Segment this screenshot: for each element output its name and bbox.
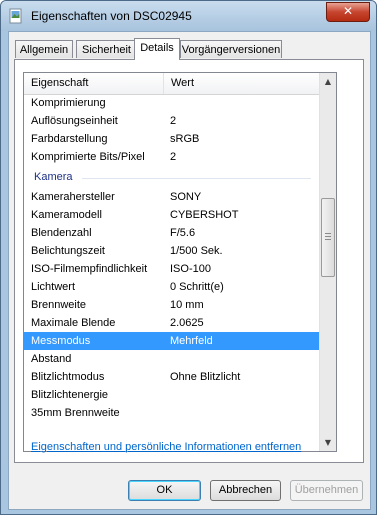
property-value: CYBERSHOT	[170, 209, 239, 221]
list-row[interactable]: Kamerahersteller SONY	[24, 188, 319, 206]
list-row[interactable]: Farbdarstellung sRGB	[24, 130, 319, 148]
list-header: Eigenschaft Wert	[24, 73, 319, 95]
ok-button[interactable]: OK	[128, 480, 201, 501]
property-value: 1/500 Sek.	[170, 245, 223, 257]
list-row[interactable]: Lichtwert 0 Schritt(e)	[24, 278, 319, 296]
list-row[interactable]: Komprimierung	[24, 94, 319, 112]
list-row[interactable]: Blitzlichtenergie	[24, 386, 319, 404]
property-name: Blitzlichtenergie	[31, 389, 109, 401]
group-label: Kamera	[34, 171, 73, 183]
remove-properties-link[interactable]: Eigenschaften und persönliche Informatio…	[31, 441, 301, 453]
close-button[interactable]: ✕	[326, 2, 370, 22]
grip-line	[325, 239, 331, 240]
group-header-kamera: Kamera	[24, 166, 319, 188]
image-file-icon	[9, 8, 22, 24]
tab-details[interactable]: Details	[134, 38, 180, 60]
dialog-body: Allgemein Sicherheit Details Vorgängerve…	[8, 31, 371, 510]
property-name: Abstand	[31, 353, 72, 365]
list-row[interactable]: Belichtungszeit 1/500 Sek.	[24, 242, 319, 260]
property-value: 10 mm	[170, 299, 204, 311]
grip-line	[325, 236, 331, 237]
window-title: Eigenschaften von DSC02945	[31, 9, 192, 23]
property-name: Komprimierung	[31, 97, 106, 109]
list-row[interactable]: ISO-Filmempfindlichkeit ISO-100	[24, 260, 319, 278]
property-value: Ohne Blitzlicht	[170, 371, 241, 383]
property-name: Belichtungszeit	[31, 245, 105, 257]
property-value: sRGB	[170, 133, 200, 145]
properties-window: Eigenschaften von DSC02945 ✕ Allgemein S…	[0, 0, 377, 515]
property-value: 2	[170, 151, 177, 163]
scrollbar-thumb[interactable]	[321, 198, 335, 277]
title-bar[interactable]: Eigenschaften von DSC02945 ✕	[1, 1, 376, 31]
group-divider	[82, 178, 311, 179]
tab-sicherheit[interactable]: Sicherheit	[76, 40, 137, 58]
property-name: Maximale Blende	[31, 317, 116, 329]
list-row[interactable]: Brennweite 10 mm	[24, 296, 319, 314]
property-value: 2.0625	[170, 317, 204, 329]
list-row[interactable]: Blendenzahl F/5.6	[24, 224, 319, 242]
property-name: Farbdarstellung	[31, 133, 108, 145]
property-value: ISO-100	[170, 263, 211, 275]
column-header-property[interactable]: Eigenschaft	[24, 73, 164, 94]
property-name: ISO-Filmempfindlichkeit	[31, 263, 148, 275]
list-row[interactable]: 35mm Brennweite	[24, 404, 319, 422]
property-name: Lichtwert	[31, 281, 76, 293]
property-value: F/5.6	[170, 227, 196, 239]
property-name: Auflösungseinheit	[31, 115, 118, 127]
apply-button[interactable]: Übernehmen	[290, 480, 363, 501]
column-header-value[interactable]: Wert	[164, 73, 319, 94]
property-name: Kamerahersteller	[31, 191, 115, 203]
scroll-down-arrow-icon[interactable]: ▼	[320, 434, 336, 451]
property-name: Kameramodell	[31, 209, 102, 221]
property-name: Messmodus	[31, 335, 91, 347]
list-row[interactable]: Abstand	[24, 350, 319, 368]
list-row[interactable]: Komprimierte Bits/Pixel 2	[24, 148, 319, 166]
property-value: 0 Schritt(e)	[170, 281, 224, 293]
property-value: 2	[170, 115, 177, 127]
scroll-up-arrow-icon[interactable]: ▲	[320, 73, 336, 90]
tab-allgemein[interactable]: Allgemein	[15, 40, 73, 58]
property-name: Blitzlichtmodus	[31, 371, 105, 383]
property-name: 35mm Brennweite	[31, 407, 120, 419]
list-row[interactable]: Kameramodell CYBERSHOT	[24, 206, 319, 224]
tab-vorgaengerversionen[interactable]: Vorgängerversionen	[180, 40, 282, 58]
property-list[interactable]: Eigenschaft Wert Komprimierung Auflösung…	[23, 72, 337, 452]
property-name: Blendenzahl	[31, 227, 92, 239]
list-rows: Komprimierung Auflösungseinheit 2 Farbda…	[24, 94, 319, 422]
property-value: SONY	[170, 191, 202, 203]
vertical-scrollbar[interactable]: ▲ ▼	[319, 73, 336, 451]
list-row[interactable]: Blitzlichtmodus Ohne Blitzlicht	[24, 368, 319, 386]
property-name: Brennweite	[31, 299, 87, 311]
property-value[interactable]: Mehrfeld	[170, 332, 213, 350]
grip-line	[325, 233, 331, 234]
cancel-button[interactable]: Abbrechen	[210, 480, 281, 501]
list-row[interactable]: Auflösungseinheit 2	[24, 112, 319, 130]
list-row-selected[interactable]: Messmodus Mehrfeld	[24, 332, 319, 350]
list-row[interactable]: Maximale Blende 2.0625	[24, 314, 319, 332]
property-name: Komprimierte Bits/Pixel	[31, 151, 145, 163]
